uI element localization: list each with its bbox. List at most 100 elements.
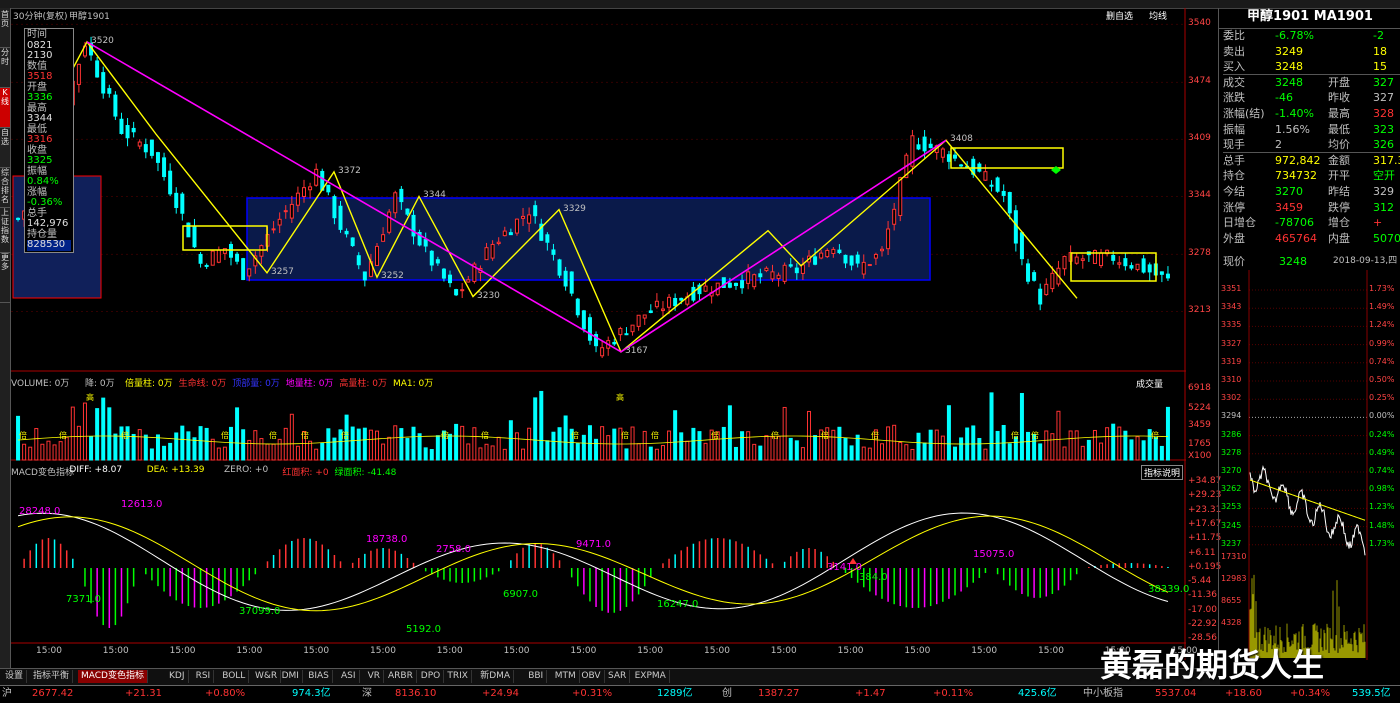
indicator-tab-6[interactable]: W&R [252,670,282,683]
indicator-tab-13[interactable]: TRIX [444,670,472,683]
indicator-tab-5[interactable]: BOLL [219,670,250,683]
volume-bar [131,433,136,461]
macd-area-label: 6907.0 [503,589,538,600]
indicator-tab-16[interactable]: MTM [552,670,580,683]
candle-body [1135,263,1140,271]
volume-bar [241,429,246,461]
chart-canvas[interactable] [11,8,1186,660]
indicator-tab-15[interactable]: BBI [525,670,548,683]
indicator-tab-12[interactable]: DPO [418,670,445,683]
indicator-tab-19[interactable]: EXPMA [632,670,670,683]
volume-bar [1074,430,1079,461]
candle-body [393,192,398,214]
volume-bar [867,447,872,461]
candle-body [916,144,921,150]
mini-pct-tick: 0.00% [1369,411,1395,421]
volume-bar [727,405,732,461]
bei-marker: 倍 [571,431,579,440]
mini-pct-tick: 0.99% [1369,338,1395,348]
candle-body [502,230,507,237]
indicator-tab-2[interactable]: MACD变色指标 [78,670,148,683]
volume-tick: 5224 [1188,403,1211,413]
candle-body [484,247,489,261]
toolbar-remove-favorite[interactable]: 删自选 [1106,9,1133,22]
volume-bar [1105,427,1110,461]
chart-area[interactable]: 30分钟(复权) 甲醇1901 删自选 均线 时间 0821 2130 数值 3518 开… [11,8,1221,660]
volume-bar [228,426,233,461]
candle-body [551,249,556,255]
indicator-tab-14[interactable]: 新DMA [477,670,515,683]
volume-selector[interactable]: 成交量 [1136,377,1163,390]
quote-value-2: 317.3 [1373,153,1400,167]
volume-bar [521,448,526,461]
volume-bar [180,425,185,461]
time-tick: 15:00 [236,646,263,656]
toolbar-ma-button[interactable]: 均线 [1149,9,1167,22]
indicator-tab-4[interactable]: RSI [193,670,215,683]
volume-bar [1141,440,1146,461]
candle-body [825,249,830,258]
pivot-label: 3408 [950,134,973,145]
volume-bar [514,432,519,461]
status-item: 沪 [2,688,12,699]
indicator-tab-0[interactable]: 设置 [2,670,28,683]
info-value: 3316 [27,134,53,145]
indicator-tab-7[interactable]: DMI [279,670,303,683]
left-tab-2[interactable]: K线 [0,88,10,128]
indicator-tab-17[interactable]: OBV [578,670,605,683]
quote-row: 涨跌 -46 昨收 327 [1223,90,1400,105]
indicator-tab-8[interactable]: BIAS [305,670,333,683]
indicator-tab-11[interactable]: ARBR [385,670,417,683]
period-label[interactable]: 30分钟(复权) [13,9,67,22]
left-tab-strip: 首页 分时 K线 自选 综合排名 上证指数 更多 [0,8,11,668]
candle-body [1007,192,1012,214]
volume-bar [916,432,921,461]
indicator-tab-1[interactable]: 指标平衡 [30,670,74,683]
candle-body [295,192,300,206]
macd-area-label: 5192.0 [406,624,441,635]
mini-pct-tick: 1.48% [1369,520,1395,530]
candle-body [673,298,678,307]
candle-body [271,228,276,231]
macd-tick: +11.75 [1188,533,1222,544]
mini-price-tick: 3245 [1221,520,1242,530]
quote-row: 涨停 3459 跌停 312 [1223,200,1400,215]
left-tab-4[interactable]: 综合排名 [0,168,10,208]
candle-body [794,267,799,274]
indicator-tab-9[interactable]: ASI [338,670,360,683]
left-tab-1[interactable]: 分时 [0,48,10,88]
candle-body [344,230,349,235]
macd-tick: -11.36 [1188,590,1218,601]
candle-body [125,125,130,139]
indicator-tab-10[interactable]: VR [365,670,385,683]
volume-bar [612,428,617,461]
candle-body [752,274,757,288]
left-tab-0[interactable]: 首页 [0,10,10,48]
symbol-label: 甲醇1901 [69,12,110,22]
macd-tick: +23.31 [1188,504,1222,515]
price-tick: 3474 [1188,76,1211,87]
volume-bar [989,392,994,461]
left-tab-5[interactable]: 上证指数 [0,208,10,253]
volume-bar [740,431,745,461]
quote-value-1: -6.78% [1275,29,1314,42]
candle-body [423,239,428,247]
left-tab-6[interactable]: 更多 [0,253,10,303]
indicator-tab-3[interactable]: KDJ [166,670,189,683]
indicator-help-button[interactable]: 指标说明 [1141,465,1184,480]
time-tick: 15:00 [169,646,196,656]
candle-body [113,94,118,117]
candle-body [1062,255,1067,270]
mini-price-tick: 3302 [1221,393,1242,403]
volume-bar [490,445,495,461]
gao-marker: 高 [616,393,624,402]
left-tab-3[interactable]: 自选 [0,128,10,168]
pivot-label: 3372 [338,165,361,176]
volume-bar [95,408,100,461]
bei-marker: 倍 [19,431,27,440]
watermark-text: 黄磊的期货人生 [1100,646,1325,684]
candle-body [514,218,519,234]
volume-bar [746,431,751,461]
candle-body [648,310,653,313]
indicator-tab-18[interactable]: SAR [605,670,631,683]
